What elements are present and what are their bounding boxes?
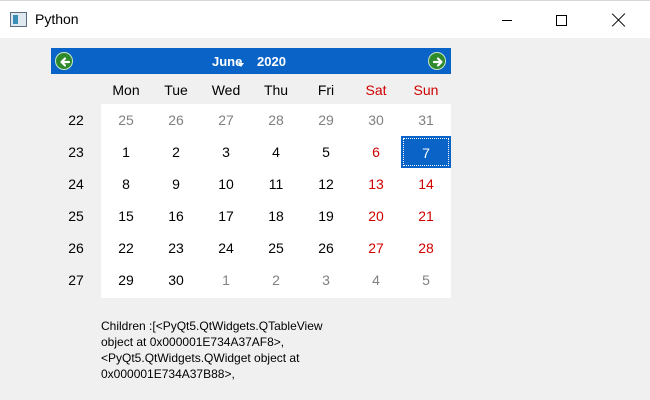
day-cell[interactable]: 2: [151, 136, 201, 168]
day-cell[interactable]: 4: [351, 264, 401, 296]
week-number: 27: [68, 272, 84, 288]
weekday-header-tue: Tue: [164, 82, 188, 98]
calendar-day-grid: 25 26 27 28 29 30 31 1 2 3 4 5 6 7 8 9 10 11 12 13 14 15 16 17 1…: [101, 104, 451, 298]
weekday-header-thu: Thu: [263, 82, 289, 98]
day-cell[interactable]: 25: [101, 104, 151, 136]
maximize-icon: [555, 14, 567, 26]
day-cell[interactable]: 26: [151, 104, 201, 136]
day-cell[interactable]: 20: [351, 200, 401, 232]
children-output-line: <PyQt5.QtWidgets.QWidget object at: [101, 351, 300, 365]
weekday-header-fri: Fri: [317, 82, 335, 98]
day-cell[interactable]: 1: [201, 264, 251, 296]
weekday-header-mon: Mon: [112, 82, 140, 98]
year-spinner[interactable]: 2020: [257, 54, 286, 69]
children-output-line: 0x000001E734A37B88>,: [101, 367, 235, 381]
day-cell[interactable]: 27: [351, 232, 401, 264]
day-cell[interactable]: 15: [101, 200, 151, 232]
day-cell[interactable]: 27: [201, 104, 251, 136]
title-bar: Python: [0, 0, 650, 38]
day-cell[interactable]: 29: [301, 104, 351, 136]
day-cell[interactable]: 13: [351, 168, 401, 200]
week-number: 23: [68, 144, 84, 160]
children-output-line: Children :[<PyQt5.QtWidgets.QTableView: [101, 319, 323, 333]
weekday-header-wed: Wed: [211, 82, 241, 98]
next-month-button[interactable]: [428, 52, 446, 70]
weekday-header-row: Mon Tue Wed Thu Fri Sat Sun: [51, 74, 451, 104]
calendar-widget: June 2020 Mon Tue Wed Thu Fri Sat Sun 22 23 24 25…: [51, 48, 451, 298]
day-cell[interactable]: 16: [151, 200, 201, 232]
day-cell[interactable]: 30: [151, 264, 201, 296]
day-cell[interactable]: 22: [101, 232, 151, 264]
day-cell[interactable]: 18: [251, 200, 301, 232]
day-cell[interactable]: 6: [351, 136, 401, 168]
weekday-header-sun: Sun: [413, 82, 439, 98]
day-cell[interactable]: 30: [351, 104, 401, 136]
weekday-header-sat: Sat: [365, 82, 387, 98]
python-app-icon: [10, 12, 27, 27]
day-cell[interactable]: 3: [201, 136, 251, 168]
day-cell[interactable]: 8: [101, 168, 151, 200]
day-cell[interactable]: 9: [151, 168, 201, 200]
day-cell[interactable]: 17: [201, 200, 251, 232]
day-cell[interactable]: 2: [251, 264, 301, 296]
day-cell[interactable]: 12: [301, 168, 351, 200]
week-number: 24: [68, 176, 84, 192]
day-cell[interactable]: 10: [201, 168, 251, 200]
day-cell[interactable]: 25: [251, 232, 301, 264]
close-button[interactable]: [596, 1, 642, 39]
maximize-button[interactable]: [538, 1, 584, 39]
calendar-navigation-bar: June 2020: [51, 48, 451, 74]
children-output-label: Children :[<PyQt5.QtWidgets.QTableView ob…: [101, 318, 361, 382]
day-cell[interactable]: 3: [301, 264, 351, 296]
previous-month-button[interactable]: [55, 52, 73, 70]
day-cell[interactable]: 26: [301, 232, 351, 264]
close-icon: [612, 13, 626, 27]
children-output-line: object at 0x000001E734A37AF8>,: [101, 335, 285, 349]
week-number: 25: [68, 208, 84, 224]
day-cell[interactable]: 31: [401, 104, 451, 136]
day-cell[interactable]: 14: [401, 168, 451, 200]
window-title: Python: [35, 11, 79, 27]
month-dropdown-arrow-icon: [238, 63, 244, 67]
week-number: 26: [68, 240, 84, 256]
day-cell[interactable]: 23: [151, 232, 201, 264]
day-cell[interactable]: 24: [201, 232, 251, 264]
selected-day-cell[interactable]: 7: [401, 136, 451, 168]
day-cell[interactable]: 11: [251, 168, 301, 200]
day-cell[interactable]: 21: [401, 200, 451, 232]
arrow-right-icon: [432, 57, 443, 67]
week-number-column: 22 23 24 25 26 27: [51, 104, 101, 298]
day-cell[interactable]: 28: [401, 232, 451, 264]
minimize-icon: [502, 19, 512, 21]
day-cell[interactable]: 5: [301, 136, 351, 168]
minimize-button[interactable]: [484, 1, 530, 39]
day-cell[interactable]: 28: [251, 104, 301, 136]
day-cell[interactable]: 19: [301, 200, 351, 232]
day-cell[interactable]: 4: [251, 136, 301, 168]
day-cell[interactable]: 29: [101, 264, 151, 296]
week-number: 22: [68, 112, 84, 128]
day-cell[interactable]: 5: [401, 264, 451, 296]
day-cell[interactable]: 1: [101, 136, 151, 168]
arrow-left-icon: [60, 57, 71, 67]
